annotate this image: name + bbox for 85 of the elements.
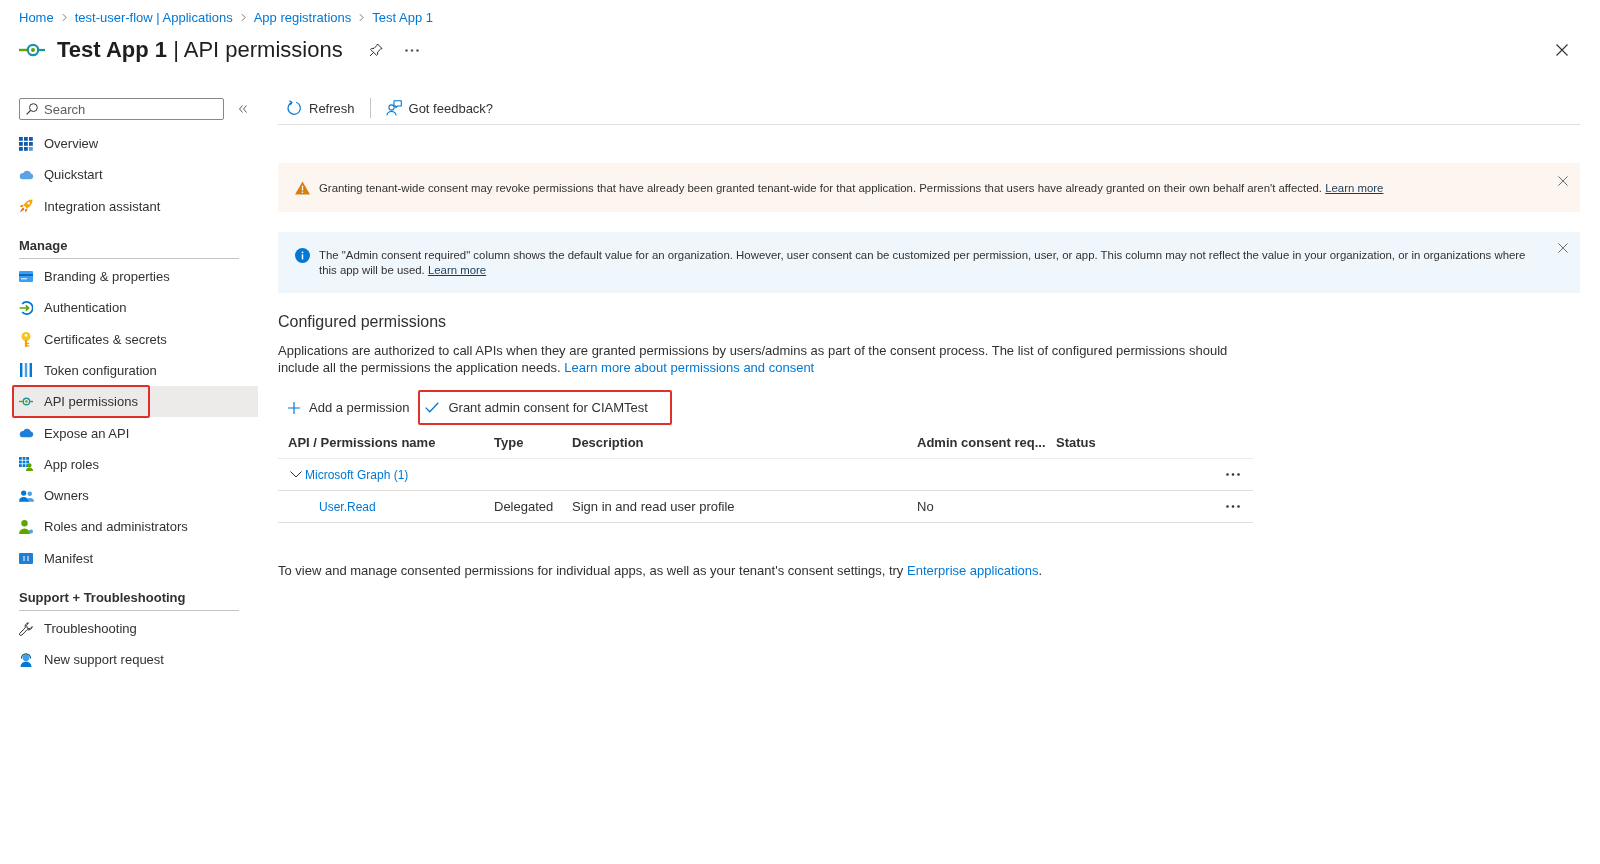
column-header: Description (572, 435, 645, 450)
sidebar-item[interactable]: Token configuration (14, 354, 258, 387)
permission-link[interactable]: User.Read (319, 499, 376, 514)
column-header: Type (494, 435, 525, 450)
chevron-right-icon (240, 13, 246, 22)
wrench-icon (19, 621, 33, 636)
code-box-icon (19, 552, 33, 564)
sidebar-item[interactable]: Integration assistant (14, 190, 258, 222)
close-icon (1558, 176, 1568, 186)
table-cell-text: Sign in and read user profile (572, 499, 736, 514)
info-icon (295, 248, 310, 263)
sidebar-item[interactable]: Owners (14, 479, 258, 512)
sign-in-icon (19, 300, 33, 315)
support-person-icon (19, 652, 33, 667)
learn-more-link[interactable]: Learn more about permissions and consent (564, 360, 815, 375)
sidebar-item[interactable]: Branding & properties (14, 260, 258, 293)
learn-more-link[interactable]: Learn more (1325, 182, 1384, 194)
add-button[interactable]: Add a permission (278, 390, 419, 425)
rocket-icon (19, 199, 33, 214)
more-icon (404, 48, 419, 52)
column-header: Status (1056, 435, 1097, 450)
column-header: Admin consent req... (917, 435, 1047, 450)
table-cell-text: Delegated (494, 499, 555, 514)
api-group-link[interactable]: Microsoft Graph (1) (305, 467, 409, 482)
feedback-icon (385, 100, 402, 116)
dismiss-button[interactable] (1558, 176, 1568, 186)
key-icon (21, 331, 31, 347)
person-icon (19, 519, 33, 534)
check-icon (425, 402, 440, 413)
bars-icon (20, 363, 32, 378)
sidebar-item[interactable]: Troubleshooting (14, 612, 258, 645)
sidebar-item[interactable]: Overview (14, 128, 258, 160)
sidebar-item[interactable]: Authentication (14, 292, 258, 324)
breadcrumb-link[interactable]: Home (19, 10, 54, 25)
collapse-button[interactable] (237, 103, 249, 115)
chevron-right-icon (359, 13, 365, 22)
search-field[interactable]: Search (19, 98, 224, 120)
column-header: API / Permissions name (288, 435, 437, 450)
grid-icon (19, 136, 33, 151)
description-text: Applications are authorized to call APIs when they are granted permissions by users/admins as part of the consent process. The list of configured permissions should include all the permissions the application needs. Learn more about permissions and consent (278, 342, 1229, 376)
more-icon (1226, 473, 1240, 476)
breadcrumb-link[interactable]: Test App 1 (372, 10, 433, 25)
connector-icon (19, 43, 45, 57)
sidebar-item[interactable]: Manifest (14, 542, 258, 574)
breadcrumb-link[interactable]: test-user-flow | Applications (74, 10, 233, 25)
sidebar-item[interactable]: Roles and administrators (14, 511, 258, 543)
more-button[interactable] (402, 46, 421, 54)
section-heading: Support + Troubleshooting (19, 588, 239, 611)
refresh-icon (286, 100, 302, 116)
banner-text: The "Admin consent required" column shows the default value for an organization. However, user consent can be customized per permission, user, or app. This column may not reflect the value in your organization, or in organizations where this app will be used. Learn more (319, 248, 1527, 278)
search-icon (26, 103, 38, 115)
double-chevron-left-icon (239, 105, 247, 113)
toolbar-button[interactable]: Refresh (286, 98, 355, 118)
section-heading: Manage (19, 236, 239, 259)
enterprise-applications-link[interactable]: Enterprise applications (907, 563, 1039, 578)
breadcrumb-link[interactable]: App registrations (253, 10, 352, 25)
banner-text: Granting tenant-wide consent may revoke permissions that have already been granted tenant-wide for that application. Permissions that users have already granted on their own behalf aren't affected. Learn more (319, 181, 1385, 196)
connector-icon (19, 397, 33, 407)
cloud-icon (18, 169, 34, 180)
sidebar-item[interactable]: Expose an API (14, 417, 258, 449)
toolbar-button[interactable]: Got feedback? (385, 98, 494, 118)
grid-person-icon (19, 457, 33, 472)
more-icon (1226, 505, 1240, 508)
people-icon (18, 489, 34, 502)
footer-text: To view and manage consented permissions for individual apps, as well as your tenant's consent settings, try Enterprise applications. (278, 562, 1044, 579)
card-icon (19, 271, 33, 283)
close-icon (1556, 44, 1568, 56)
sidebar-item[interactable]: Certificates & secrets (14, 323, 258, 355)
grant-button[interactable]: Grant admin consent for CIAMTest (418, 390, 672, 425)
sidebar-item[interactable]: New support request (14, 644, 258, 676)
section-title: Configured permissions (278, 312, 448, 332)
close-button[interactable] (1554, 42, 1570, 58)
sidebar-item[interactable]: Quickstart (14, 159, 258, 191)
table-cell-text: No (917, 499, 935, 514)
learn-more-link[interactable]: Learn more (427, 264, 487, 276)
chevron-right-icon (61, 13, 67, 22)
sidebar-item[interactable]: App roles (14, 448, 258, 480)
close-icon (1558, 243, 1568, 253)
pin-icon (368, 43, 383, 57)
cloud-icon (18, 428, 34, 438)
dismiss-button[interactable] (1558, 243, 1568, 253)
sidebar-item[interactable]: API permissions (14, 386, 258, 418)
warning-icon (295, 181, 310, 195)
plus-icon (288, 401, 300, 414)
page-title: Test App 1 | API permissions (57, 37, 343, 63)
